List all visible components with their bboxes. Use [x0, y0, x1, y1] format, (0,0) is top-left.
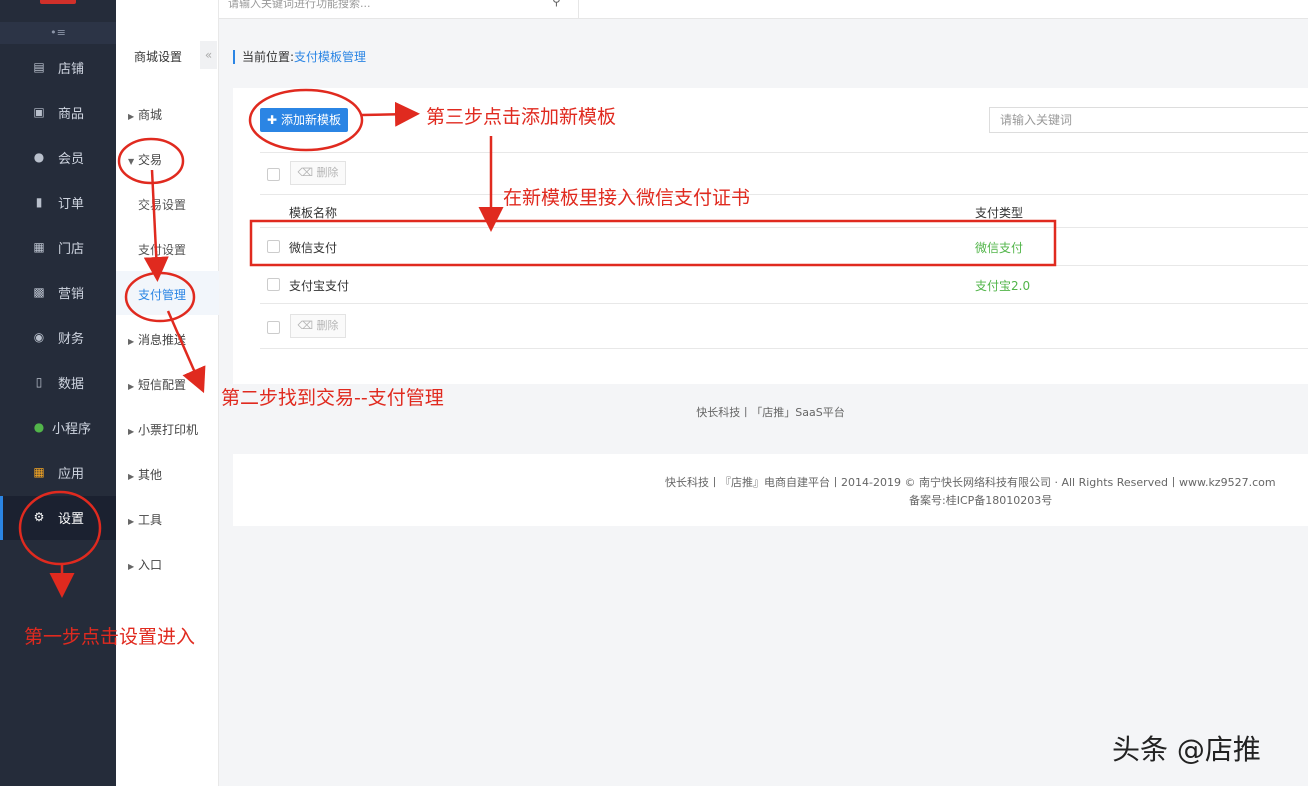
annotation-overlay: [18, 88, 1057, 598]
highlight-circle-add-button: [248, 88, 364, 152]
arrow-step3: [361, 101, 420, 127]
highlight-circle-trade: [117, 137, 185, 185]
annotation-step1: 第一步点击设置进入: [24, 626, 196, 648]
highlight-box-wechat-row: [249, 219, 1057, 267]
watermark: 头条 @店推: [1112, 733, 1261, 766]
annotation-step4: 在新模板里接入微信支付证书: [503, 187, 751, 209]
highlight-circle-payment-management: [124, 271, 196, 323]
annotation-step2: 第二步找到交易--支付管理: [221, 387, 444, 409]
arrow-step2: [166, 310, 206, 394]
arrow-trade-down: [143, 169, 169, 282]
annotation-step3: 第三步点击添加新模板: [426, 106, 617, 128]
highlight-circle-settings: [18, 490, 102, 566]
